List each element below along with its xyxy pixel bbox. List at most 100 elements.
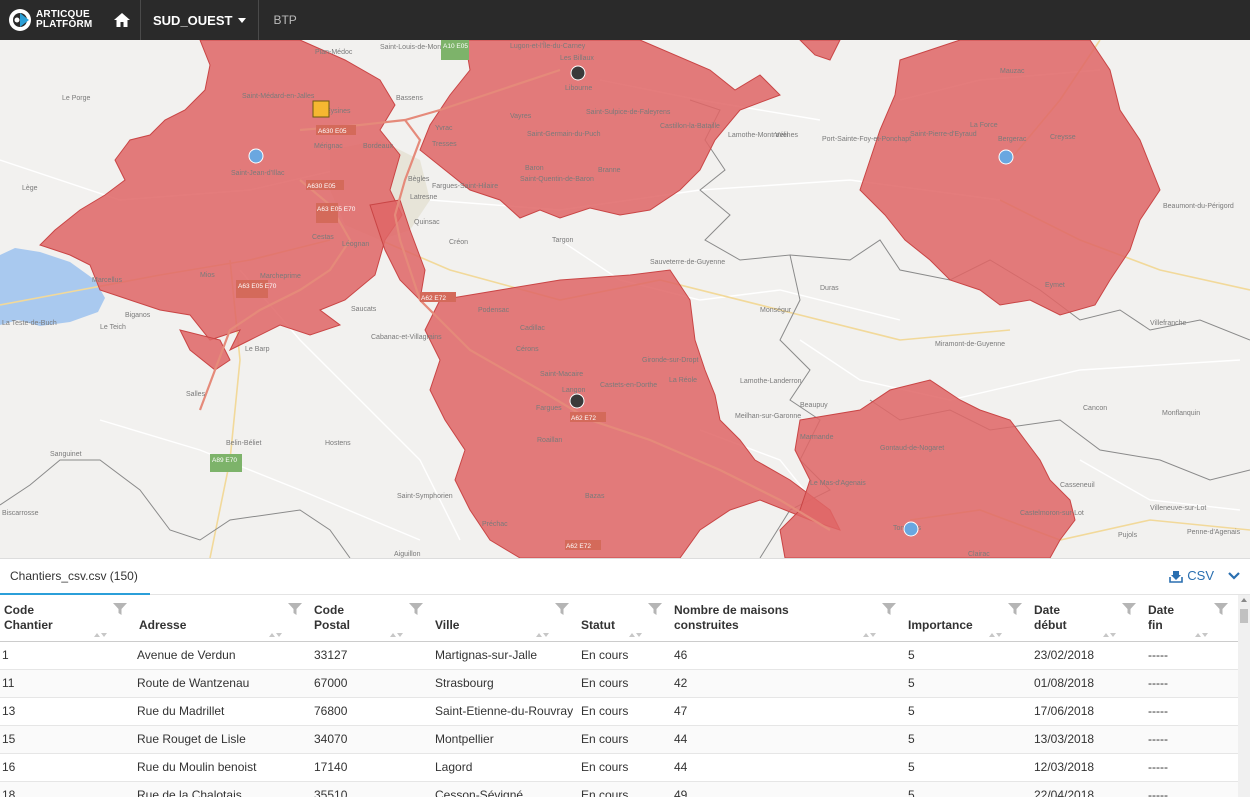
table-cell: 16 — [0, 753, 137, 782]
table-cell: 11 — [0, 669, 137, 698]
svg-text:Biganos: Biganos — [125, 312, 151, 319]
table-row[interactable]: 15 Rue Rouget de Lisle 34070 Montpellier En … — [0, 725, 1238, 754]
sort-icon[interactable] — [93, 632, 107, 638]
sort-icon[interactable] — [268, 632, 282, 638]
scroll-up-icon[interactable] — [1241, 598, 1247, 602]
home-button[interactable] — [103, 0, 141, 40]
scroll-thumb[interactable] — [1240, 609, 1248, 623]
export-csv-button[interactable]: CSV — [1169, 568, 1214, 583]
svg-text:Saint-Macaire: Saint-Macaire — [540, 371, 583, 378]
column-header[interactable]: Nombre de maisons construites — [672, 595, 906, 642]
sort-icon[interactable] — [1102, 632, 1116, 638]
table-cell: ----- — [1146, 641, 1238, 670]
table-row[interactable]: 16 Rue du Moulin benoist 17140 Lagord En cou… — [0, 753, 1238, 782]
svg-text:Saint-Jean-d'Illac: Saint-Jean-d'Illac — [231, 170, 285, 177]
svg-text:Podensac: Podensac — [478, 307, 510, 314]
filter-icon[interactable] — [555, 602, 569, 616]
table-row[interactable]: 1 Avenue de Verdun 33127 Martignas-sur-Jall… — [0, 641, 1238, 670]
sort-icon[interactable] — [862, 632, 876, 638]
project-name: SUD_OUEST — [153, 12, 233, 28]
svg-text:Saint-Germain-du-Puch: Saint-Germain-du-Puch — [527, 131, 601, 138]
filter-icon[interactable] — [288, 602, 302, 616]
svg-text:Le Barp: Le Barp — [245, 346, 270, 353]
project-dropdown[interactable]: SUD_OUEST — [141, 0, 260, 40]
column-header[interactable]: Adresse — [137, 595, 312, 642]
table-cell: ----- — [1146, 669, 1238, 698]
table-row[interactable]: 13 Rue du Madrillet 76800 Saint-Etienne-du-… — [0, 697, 1238, 726]
table-row[interactable]: 18 Rue de la Chalotais 35510 Cesson-Sévigné… — [0, 781, 1238, 797]
table-cell: Rue du Moulin benoist — [137, 753, 312, 782]
table-cell: 5 — [906, 753, 1032, 782]
table-cell: Avenue de Verdun — [137, 641, 312, 670]
table-cell: Rue du Madrillet — [137, 697, 312, 726]
site-marker-blue[interactable] — [903, 521, 919, 537]
filter-icon[interactable] — [1008, 602, 1022, 616]
filter-icon[interactable] — [409, 602, 423, 616]
chevron-down-icon — [238, 17, 247, 23]
svg-text:Yvrac: Yvrac — [435, 125, 453, 132]
home-icon — [113, 13, 130, 27]
filter-icon[interactable] — [113, 602, 127, 616]
svg-text:A63 E05 E70: A63 E05 E70 — [238, 283, 277, 290]
column-header[interactable]: Date fin — [1146, 595, 1238, 642]
data-table: Code Chantier Adresse Code Postal Ville Statut… — [0, 595, 1238, 797]
table-cell: 18 — [0, 781, 137, 797]
table-cell: 22/04/2018 — [1032, 781, 1146, 797]
filter-icon[interactable] — [1214, 602, 1228, 616]
table-cell: 34070 — [312, 725, 433, 754]
svg-text:Sauveterre-de-Guyenne: Sauveterre-de-Guyenne — [650, 259, 725, 266]
table-cell: 35510 — [312, 781, 433, 797]
svg-text:Biscarrosse: Biscarrosse — [2, 510, 39, 517]
section-link-btp[interactable]: BTP — [259, 13, 310, 27]
table-scrollbar[interactable] — [1238, 595, 1250, 797]
svg-text:Castelmoron-sur-Lot: Castelmoron-sur-Lot — [1020, 510, 1084, 517]
column-header[interactable]: Code Postal — [312, 595, 433, 642]
table-cell: Route de Wantzenau — [137, 669, 312, 698]
svg-text:A10 E05: A10 E05 — [443, 43, 468, 50]
site-marker-dark[interactable] — [569, 393, 585, 409]
svg-text:Marcellus: Marcellus — [92, 277, 122, 284]
table-row[interactable]: 11 Route de Wantzenau 67000 Strasbourg En co… — [0, 669, 1238, 698]
tab-chantiers[interactable]: Chantiers_csv.csv (150) — [0, 559, 150, 595]
svg-text:Roaillan: Roaillan — [537, 437, 562, 444]
column-header[interactable]: Statut — [579, 595, 672, 642]
column-header-line2: Statut — [581, 617, 615, 632]
sort-icon[interactable] — [628, 632, 642, 638]
sort-icon[interactable] — [988, 632, 1002, 638]
site-marker-dark[interactable] — [570, 65, 586, 81]
svg-text:Le Mas-d'Agenais: Le Mas-d'Agenais — [810, 480, 866, 487]
svg-text:Langon: Langon — [562, 387, 585, 394]
table-cell: 44 — [672, 753, 906, 782]
filter-icon[interactable] — [882, 602, 896, 616]
sort-icon[interactable] — [535, 632, 549, 638]
filter-icon[interactable] — [648, 602, 662, 616]
column-header[interactable]: Code Chantier — [0, 595, 137, 642]
svg-text:Les Billaux: Les Billaux — [560, 55, 594, 62]
svg-text:Saucats: Saucats — [351, 306, 377, 313]
svg-text:Fargues: Fargues — [536, 405, 562, 412]
svg-text:Libourne: Libourne — [565, 85, 592, 92]
column-header[interactable]: Date début — [1032, 595, 1146, 642]
svg-text:Hostens: Hostens — [325, 440, 351, 447]
app-logo[interactable]: ARTICQUE PLATFORM — [0, 0, 103, 40]
site-marker-blue[interactable] — [998, 149, 1014, 165]
site-marker-blue[interactable] — [248, 148, 264, 164]
svg-text:La Réole: La Réole — [669, 377, 697, 384]
svg-text:Lugon-et-l'Île-du-Carney: Lugon-et-l'Île-du-Carney — [510, 41, 586, 50]
site-marker-yellow[interactable] — [312, 100, 330, 118]
svg-text:Eymet: Eymet — [1045, 282, 1065, 289]
sort-icon[interactable] — [1194, 632, 1208, 638]
svg-text:Castillon-la-Bataille: Castillon-la-Bataille — [660, 123, 720, 130]
svg-text:A62 E72: A62 E72 — [566, 543, 591, 550]
filter-icon[interactable] — [1122, 602, 1136, 616]
map-view[interactable]: Pian-Médoc Saint-Louis-de-Montferrand Lu… — [0, 40, 1250, 558]
sort-icon[interactable] — [389, 632, 403, 638]
column-header[interactable]: Importance — [906, 595, 1032, 642]
column-header[interactable]: Ville — [433, 595, 579, 642]
svg-text:Quinsac: Quinsac — [414, 219, 440, 226]
table-body: 1 Avenue de Verdun 33127 Martignas-sur-Jall… — [0, 641, 1238, 797]
chevron-down-icon[interactable] — [1228, 571, 1240, 581]
map-canvas[interactable]: Pian-Médoc Saint-Louis-de-Montferrand Lu… — [0, 40, 1250, 558]
svg-text:Vayres: Vayres — [510, 113, 532, 120]
table-cell: En cours — [579, 725, 672, 754]
